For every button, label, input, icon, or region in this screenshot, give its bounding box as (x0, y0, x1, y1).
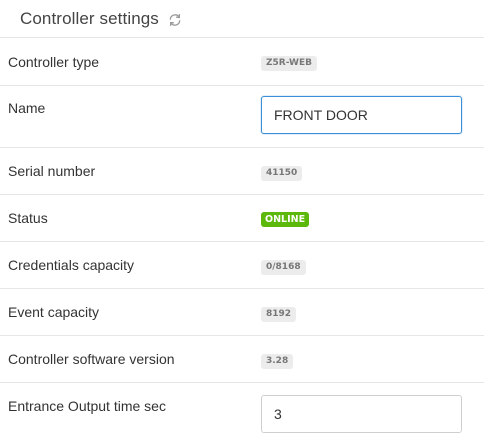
name-input[interactable] (261, 96, 462, 134)
page-title: Controller settings (20, 8, 159, 28)
row-serial-number: Serial number 41150 (0, 148, 484, 195)
software-version-value: 3.28 (261, 354, 294, 369)
name-label: Name (8, 100, 46, 116)
row-entrance-output-time: Entrance Output time sec (0, 383, 484, 443)
credentials-capacity-value: 0/8168 (261, 260, 306, 275)
row-software-version: Controller software version 3.28 (0, 336, 484, 383)
row-credentials-capacity: Credentials capacity 0/8168 (0, 242, 484, 289)
serial-number-value: 41150 (261, 166, 303, 181)
row-event-capacity: Event capacity 8192 (0, 289, 484, 336)
controller-type-value: Z5R-WEB (261, 56, 317, 71)
row-name: Name (0, 86, 484, 148)
row-controller-type: Controller type Z5R-WEB (0, 38, 484, 86)
event-capacity-label: Event capacity (8, 304, 100, 320)
status-label: Status (8, 210, 48, 226)
event-capacity-value: 8192 (261, 307, 297, 322)
serial-number-label: Serial number (8, 163, 96, 179)
settings-header: Controller settings (0, 0, 484, 38)
credentials-capacity-label: Credentials capacity (8, 257, 135, 273)
refresh-icon[interactable] (168, 13, 182, 27)
controller-type-label: Controller type (8, 54, 100, 70)
software-version-label: Controller software version (8, 351, 175, 367)
status-badge: ONLINE (261, 212, 310, 227)
row-status: Status ONLINE (0, 195, 484, 242)
entrance-output-time-label: Entrance Output time sec (8, 398, 166, 414)
entrance-output-time-input[interactable] (261, 395, 462, 433)
